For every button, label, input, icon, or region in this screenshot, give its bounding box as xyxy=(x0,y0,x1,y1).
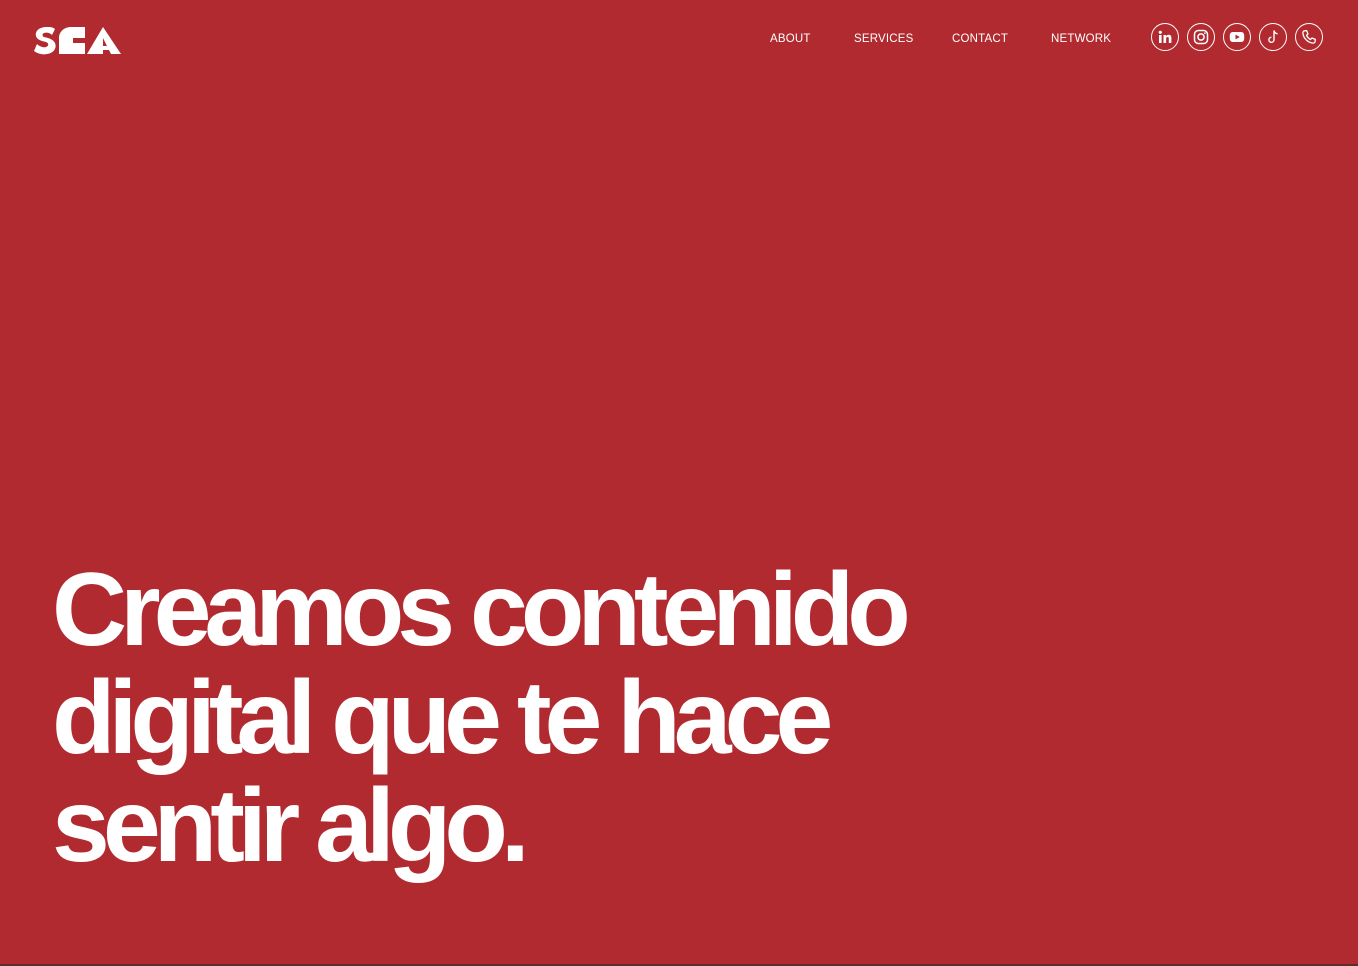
hero-line-3: sentir algo. xyxy=(52,768,530,884)
nav-contact-link[interactable]: CONTACT xyxy=(952,31,1008,47)
hero-headline: Creamos contenido digital que te hace se… xyxy=(52,556,1052,880)
phone-icon[interactable] xyxy=(1295,23,1323,51)
nav-network-link[interactable]: NETWORK xyxy=(1051,31,1111,47)
nav-services-link[interactable]: SERVICES xyxy=(854,31,914,47)
hero-line-2: digital que te hace xyxy=(52,660,833,776)
linkedin-icon[interactable] xyxy=(1151,23,1179,51)
instagram-icon[interactable] xyxy=(1187,23,1215,51)
youtube-icon[interactable] xyxy=(1223,23,1251,51)
social-links xyxy=(1151,23,1323,53)
nav-about-link[interactable]: ABOUT xyxy=(770,31,811,47)
hero-line-1: Creamos contenido xyxy=(52,552,911,668)
tiktok-icon[interactable] xyxy=(1259,23,1287,51)
